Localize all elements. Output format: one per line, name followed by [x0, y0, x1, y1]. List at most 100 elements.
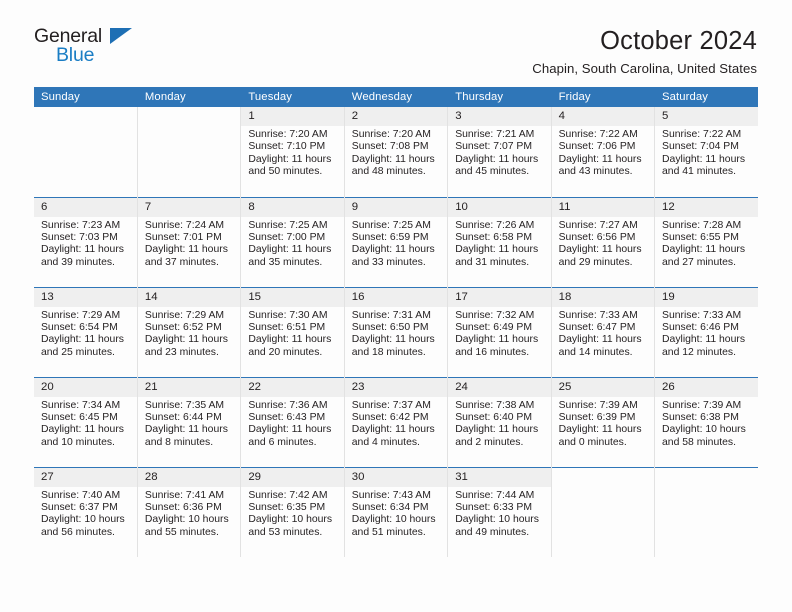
- day-details: Sunrise: 7:36 AM Sunset: 6:43 PM Daylight:…: [241, 397, 343, 450]
- sunrise-time: Sunrise: 7:26 AM: [455, 219, 535, 231]
- day-number: 6: [34, 197, 137, 217]
- calendar-day-cell[interactable]: 22 Sunrise: 7:36 AM Sunset: 6:43 PM Dayligh…: [240, 376, 345, 467]
- calendar-day-cell[interactable]: 31 Sunrise: 7:44 AM Sunset: 6:33 PM Dayligh…: [447, 466, 552, 557]
- sunset-time: Sunset: 6:50 PM: [351, 321, 429, 333]
- calendar-day-cell[interactable]: 21 Sunrise: 7:35 AM Sunset: 6:44 PM Dayligh…: [137, 376, 242, 467]
- daylight-duration-line1: Daylight: 11 hours: [351, 424, 435, 436]
- sunset-time: Sunset: 6:54 PM: [41, 321, 118, 333]
- daylight-duration-line2: and 33 minutes.: [351, 256, 426, 268]
- sunrise-time: Sunrise: 7:44 AM: [455, 489, 535, 501]
- sunrise-time: Sunrise: 7:28 AM: [662, 219, 742, 231]
- calendar-day-cell[interactable]: 5 Sunrise: 7:22 AM Sunset: 7:04 PM Daylight…: [654, 107, 758, 197]
- calendar-day-cell[interactable]: 18 Sunrise: 7:33 AM Sunset: 6:47 PM Dayligh…: [551, 286, 656, 377]
- sunrise-time: Sunrise: 7:35 AM: [144, 399, 225, 411]
- daylight-duration-line2: and 18 minutes.: [351, 346, 426, 358]
- daylight-duration-line2: and 53 minutes.: [248, 526, 323, 538]
- day-number: 10: [448, 197, 551, 217]
- sunrise-time: Sunrise: 7:36 AM: [248, 399, 328, 411]
- calendar-day-cell[interactable]: 7 Sunrise: 7:24 AM Sunset: 7:01 PM Daylight…: [137, 196, 242, 287]
- day-number: 23: [344, 377, 448, 397]
- sunset-time: Sunset: 6:42 PM: [351, 411, 429, 423]
- daylight-duration-line2: and 48 minutes.: [351, 166, 426, 178]
- day-details: Sunrise: 7:25 AM Sunset: 6:59 PM Daylight:…: [345, 217, 447, 270]
- daylight-duration-line1: Daylight: 10 hours: [144, 514, 229, 526]
- sunrise-time: Sunrise: 7:20 AM: [351, 129, 431, 140]
- calendar-day-cell[interactable]: 9 Sunrise: 7:25 AM Sunset: 6:59 PM Daylight…: [344, 196, 449, 287]
- day-number: 14: [137, 287, 241, 307]
- calendar-day-cell[interactable]: 10 Sunrise: 7:26 AM Sunset: 6:58 PM Dayligh…: [447, 196, 552, 287]
- calendar-day-cell[interactable]: 8 Sunrise: 7:25 AM Sunset: 7:00 PM Daylight…: [240, 196, 345, 287]
- daylight-duration-line1: Daylight: 11 hours: [248, 244, 332, 256]
- sunset-time: Sunset: 6:55 PM: [662, 231, 739, 243]
- title-block: October 2024 Chapin, South Carolina, Uni…: [532, 26, 757, 78]
- day-number: 16: [344, 287, 448, 307]
- day-details: Sunrise: 7:35 AM Sunset: 6:44 PM Daylight:…: [138, 397, 240, 450]
- sunrise-time: Sunrise: 7:25 AM: [248, 219, 328, 231]
- daylight-duration-line2: and 35 minutes.: [248, 256, 323, 268]
- calendar-day-cell[interactable]: 24 Sunrise: 7:38 AM Sunset: 6:40 PM Dayligh…: [447, 376, 552, 467]
- calendar-body: 1 Sunrise: 7:20 AM Sunset: 7:10 PM Daylight…: [34, 107, 758, 557]
- calendar-day-cell[interactable]: 25 Sunrise: 7:39 AM Sunset: 6:39 PM Dayligh…: [551, 376, 656, 467]
- calendar-day-cell[interactable]: 4 Sunrise: 7:22 AM Sunset: 7:06 PM Daylight…: [551, 107, 656, 197]
- calendar-day-cell[interactable]: 27 Sunrise: 7:40 AM Sunset: 6:37 PM Dayligh…: [34, 466, 138, 557]
- calendar-day-cell[interactable]: 6 Sunrise: 7:23 AM Sunset: 7:03 PM Daylight…: [34, 196, 138, 287]
- day-details: Sunrise: 7:23 AM Sunset: 7:03 PM Daylight:…: [34, 217, 137, 270]
- calendar-day-cell[interactable]: 3 Sunrise: 7:21 AM Sunset: 7:07 PM Daylight…: [447, 107, 552, 197]
- calendar-day-cell[interactable]: 13 Sunrise: 7:29 AM Sunset: 6:54 PM Dayligh…: [34, 286, 138, 377]
- day-details: Sunrise: 7:28 AM Sunset: 6:55 PM Daylight:…: [655, 217, 758, 270]
- sunset-time: Sunset: 6:36 PM: [144, 501, 222, 513]
- calendar-day-cell[interactable]: 1 Sunrise: 7:20 AM Sunset: 7:10 PM Daylight…: [240, 107, 345, 197]
- day-number: 25: [551, 377, 655, 397]
- daylight-duration-line2: and 29 minutes.: [558, 256, 633, 268]
- day-details: Sunrise: 7:24 AM Sunset: 7:01 PM Daylight:…: [138, 217, 240, 270]
- day-details: Sunrise: 7:41 AM Sunset: 6:36 PM Daylight:…: [138, 487, 240, 540]
- calendar-day-cell[interactable]: 12 Sunrise: 7:28 AM Sunset: 6:55 PM Dayligh…: [654, 196, 758, 287]
- location-subtitle: Chapin, South Carolina, United States: [532, 61, 757, 76]
- calendar-day-cell[interactable]: 28 Sunrise: 7:41 AM Sunset: 6:36 PM Dayligh…: [137, 466, 242, 557]
- sunrise-sunset-calendar-table: Sunday Monday Tuesday Wednesday Thursday…: [34, 87, 758, 557]
- sunrise-time: Sunrise: 7:22 AM: [558, 129, 638, 140]
- calendar-day-cell[interactable]: 17 Sunrise: 7:32 AM Sunset: 6:49 PM Dayligh…: [447, 286, 552, 377]
- weekday-header-friday: Friday: [551, 87, 656, 107]
- calendar-day-cell[interactable]: 2 Sunrise: 7:20 AM Sunset: 7:08 PM Daylight…: [344, 107, 449, 197]
- page-header: General Blue October 2024 Chapin, South …: [0, 0, 792, 78]
- day-number: 5: [655, 107, 758, 126]
- daylight-duration-line1: Daylight: 11 hours: [41, 244, 124, 256]
- sunrise-time: Sunrise: 7:33 AM: [662, 309, 742, 321]
- daylight-duration-line1: Daylight: 11 hours: [248, 424, 332, 436]
- calendar-day-cell[interactable]: 30 Sunrise: 7:43 AM Sunset: 6:34 PM Dayligh…: [344, 466, 449, 557]
- logo-text-blue: Blue: [56, 44, 95, 66]
- day-number: 19: [655, 287, 758, 307]
- day-details: Sunrise: 7:33 AM Sunset: 6:46 PM Daylight:…: [655, 307, 758, 360]
- day-number: 2: [344, 107, 448, 126]
- sunrise-time: Sunrise: 7:32 AM: [455, 309, 535, 321]
- calendar-day-cell[interactable]: 26 Sunrise: 7:39 AM Sunset: 6:38 PM Dayligh…: [654, 376, 758, 467]
- sunrise-time: Sunrise: 7:20 AM: [248, 129, 328, 140]
- calendar-day-cell[interactable]: 14 Sunrise: 7:29 AM Sunset: 6:52 PM Dayligh…: [137, 286, 242, 377]
- sunset-time: Sunset: 7:03 PM: [41, 231, 118, 243]
- calendar-day-cell[interactable]: 23 Sunrise: 7:37 AM Sunset: 6:42 PM Dayligh…: [344, 376, 449, 467]
- calendar-day-cell[interactable]: 29 Sunrise: 7:42 AM Sunset: 6:35 PM Dayligh…: [240, 466, 345, 557]
- calendar-day-cell[interactable]: 19 Sunrise: 7:33 AM Sunset: 6:46 PM Dayligh…: [654, 286, 758, 377]
- daylight-duration-line1: Daylight: 10 hours: [455, 514, 539, 526]
- sunrise-time: Sunrise: 7:38 AM: [455, 399, 535, 411]
- calendar-week-row: 6 Sunrise: 7:23 AM Sunset: 7:03 PM Daylight…: [34, 196, 758, 287]
- weekday-header-tuesday: Tuesday: [240, 87, 345, 107]
- general-blue-logo[interactable]: General Blue: [34, 26, 154, 76]
- sunrise-time: Sunrise: 7:21 AM: [455, 129, 535, 140]
- calendar-week-row: 13 Sunrise: 7:29 AM Sunset: 6:54 PM Dayligh…: [34, 286, 758, 377]
- sunset-time: Sunset: 6:34 PM: [351, 501, 429, 513]
- day-details: Sunrise: 7:39 AM Sunset: 6:38 PM Daylight:…: [655, 397, 758, 450]
- calendar-day-cell[interactable]: 16 Sunrise: 7:31 AM Sunset: 6:50 PM Dayligh…: [344, 286, 449, 377]
- day-details: Sunrise: 7:37 AM Sunset: 6:42 PM Daylight:…: [345, 397, 447, 450]
- daylight-duration-line1: Daylight: 11 hours: [455, 153, 539, 165]
- daylight-duration-line2: and 31 minutes.: [455, 256, 530, 268]
- daylight-duration-line1: Daylight: 10 hours: [41, 514, 125, 526]
- sunrise-time: Sunrise: 7:30 AM: [248, 309, 328, 321]
- calendar-day-cell[interactable]: 20 Sunrise: 7:34 AM Sunset: 6:45 PM Dayligh…: [34, 376, 138, 467]
- sunset-time: Sunset: 7:07 PM: [455, 141, 533, 153]
- calendar-day-cell[interactable]: 15 Sunrise: 7:30 AM Sunset: 6:51 PM Dayligh…: [240, 286, 345, 377]
- sunset-time: Sunset: 6:38 PM: [662, 411, 739, 423]
- calendar-day-cell[interactable]: 11 Sunrise: 7:27 AM Sunset: 6:56 PM Dayligh…: [551, 196, 656, 287]
- sunrise-time: Sunrise: 7:41 AM: [144, 489, 225, 501]
